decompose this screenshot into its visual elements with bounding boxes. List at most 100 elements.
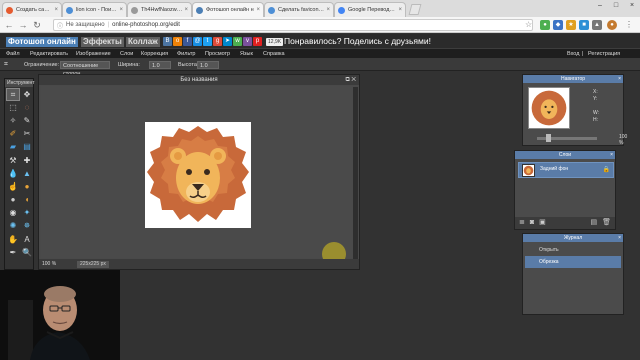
layer-item[interactable]: Задний фон 🔒 — [518, 162, 614, 178]
delete-layer-icon[interactable]: 🗑 — [602, 219, 611, 227]
info-icon[interactable]: ⓘ — [57, 21, 63, 30]
eraser-tool-icon[interactable]: ✂ — [20, 128, 34, 141]
close-window-icon[interactable]: × — [624, 0, 640, 11]
vk-share-icon[interactable]: B — [163, 37, 172, 46]
extension-icon[interactable]: ▲ — [592, 20, 602, 30]
browser-tab[interactable]: Сделать favicon дл × — [264, 2, 334, 17]
hand-tool-icon[interactable]: ✋ — [6, 233, 20, 246]
layer-styles-icon[interactable]: ≣ — [519, 219, 525, 227]
lasso-tool-icon[interactable]: ◌ — [20, 101, 34, 114]
text-tool-icon[interactable]: A — [20, 233, 34, 246]
extension-icon[interactable]: ■ — [579, 20, 589, 30]
pinterest-share-icon[interactable]: p — [253, 37, 262, 46]
height-input[interactable]: 1.0 — [197, 61, 219, 69]
tab-title: Создать сайт бесп — [16, 7, 52, 13]
drop-tool-icon[interactable]: 💧 — [6, 167, 20, 180]
zoom-level[interactable]: 100 % — [42, 261, 56, 268]
layer-tools: ≣ ◙ ▣ ▤ 🗑 — [515, 217, 615, 229]
share-count: 12,9K — [266, 38, 284, 46]
close-panel-icon[interactable]: × — [610, 151, 613, 159]
bookmark-star-icon[interactable]: ☆ — [525, 20, 532, 29]
dodge-tool-icon[interactable]: ● — [6, 194, 20, 207]
extension-icon[interactable]: ◆ — [553, 20, 563, 30]
redeye-tool-icon[interactable]: ◉ — [6, 207, 20, 220]
tab-title: Th4HwfNaozwhu4E — [141, 7, 183, 13]
collage-tab[interactable]: Коллаж — [126, 37, 160, 47]
extension-icon[interactable]: ● — [540, 20, 550, 30]
close-tab-icon[interactable]: × — [256, 7, 260, 13]
stamp-tool-icon[interactable]: ⚒ — [6, 154, 20, 167]
marquee-tool-icon[interactable]: ⬚ — [6, 101, 20, 114]
pencil-tool-icon[interactable]: ✎ — [20, 114, 34, 127]
lion-thumbnail-icon — [531, 90, 567, 126]
close-tab-icon[interactable]: × — [184, 7, 188, 13]
history-item-active[interactable]: Обрезка — [525, 256, 621, 268]
minimize-icon[interactable]: – — [592, 0, 608, 11]
gradient-tool-icon[interactable]: ▤ — [20, 141, 34, 154]
brush-tool-icon[interactable]: ✐ — [6, 128, 20, 141]
layer-group-icon[interactable]: ▣ — [539, 219, 546, 227]
favicon-icon — [131, 6, 138, 14]
browser-tab[interactable]: Google Переводчик × — [334, 2, 406, 17]
layer-mask-icon[interactable]: ◙ — [530, 219, 534, 227]
back-icon[interactable]: ← — [4, 20, 14, 30]
document-window-controls[interactable]: ⧉ ✕ — [345, 75, 356, 85]
sponge-tool-icon[interactable]: ● — [20, 180, 34, 193]
bloat-tool-icon[interactable]: ✦ — [20, 207, 34, 220]
facebook-share-icon[interactable]: f — [183, 37, 192, 46]
constraint-select[interactable]: Соотношение сторон — [60, 61, 110, 77]
mail-share-icon[interactable]: @ — [193, 37, 202, 46]
wand-tool-icon[interactable]: ✧ — [6, 114, 20, 127]
telegram-share-icon[interactable]: ➤ — [223, 37, 232, 46]
menu-dots-icon[interactable]: ⋮ — [624, 20, 634, 30]
vertical-scrollbar[interactable] — [353, 87, 358, 261]
sharpen-tool-icon[interactable]: ▲ — [20, 167, 34, 180]
color-replace-tool-icon[interactable]: ✺ — [6, 220, 20, 233]
document-status-bar: 100 % 225x225 px — [39, 259, 359, 269]
browser-tab[interactable]: Th4HwfNaozwhu4E × — [127, 2, 192, 17]
pinch-tool-icon[interactable]: ✵ — [20, 220, 34, 233]
history-item[interactable]: Открыть — [525, 244, 621, 256]
close-tab-icon[interactable]: × — [54, 7, 58, 13]
effects-tab[interactable]: Эффекты — [81, 37, 124, 47]
ok-share-icon[interactable]: o — [173, 37, 182, 46]
close-tab-icon[interactable]: × — [119, 7, 123, 13]
browser-tab-active[interactable]: Фотошоп онлайн н × — [192, 2, 264, 17]
close-panel-icon[interactable]: × — [618, 234, 621, 242]
crop-tool-icon[interactable]: ⌗ — [6, 88, 20, 102]
reload-icon[interactable]: ↻ — [32, 20, 42, 30]
twitter-share-icon[interactable]: t — [203, 37, 212, 46]
browser-tab[interactable]: Создать сайт бесп × — [2, 2, 62, 17]
close-panel-icon[interactable]: × — [618, 75, 621, 83]
heal-tool-icon[interactable]: ✚ — [20, 154, 34, 167]
lock-icon[interactable]: 🔒 — [603, 166, 610, 173]
tools-title: Инструмент — [5, 79, 35, 87]
close-tab-icon[interactable]: × — [326, 7, 330, 13]
eyedropper-tool-icon[interactable]: ✒ — [6, 246, 20, 259]
navigator-thumbnail[interactable] — [528, 87, 570, 129]
navigator-slider-knob[interactable] — [546, 134, 551, 142]
canvas-area[interactable] — [41, 86, 355, 266]
forward-icon[interactable]: → — [18, 20, 28, 30]
viber-share-icon[interactable]: v — [243, 37, 252, 46]
browser-tab[interactable]: lion icon - Поиск в G × — [62, 2, 127, 17]
navigator-panel: Навигатор × X: Y: W: H: 100 % — [522, 74, 627, 146]
url-bar[interactable]: ⓘ Не защищено | online-photoshop.org/edi… — [53, 19, 533, 31]
maximize-icon[interactable]: □ — [608, 0, 624, 11]
smudge-tool-icon[interactable]: ☝ — [6, 180, 20, 193]
window-controls: – □ × — [592, 0, 640, 11]
width-input[interactable]: 1.0 — [149, 61, 171, 69]
extension-icon[interactable]: ★ — [566, 20, 576, 30]
close-tab-icon[interactable]: × — [398, 7, 402, 13]
app-logo[interactable]: Фотошоп онлайн — [6, 37, 78, 47]
new-tab-button[interactable] — [408, 4, 422, 15]
profile-avatar-icon[interactable]: ● — [607, 20, 617, 30]
document-window: Без названия ⧉ ✕ 100 % 225x225 px — [38, 74, 360, 270]
bucket-tool-icon[interactable]: ▰ — [6, 141, 20, 154]
whatsapp-share-icon[interactable]: w — [233, 37, 242, 46]
move-tool-icon[interactable]: ✥ — [20, 88, 34, 101]
zoom-tool-icon[interactable]: 🔍 — [20, 246, 34, 259]
google-share-icon[interactable]: g — [213, 37, 222, 46]
burn-tool-icon[interactable]: ◖ — [20, 194, 34, 207]
new-layer-icon[interactable]: ▤ — [590, 219, 597, 227]
